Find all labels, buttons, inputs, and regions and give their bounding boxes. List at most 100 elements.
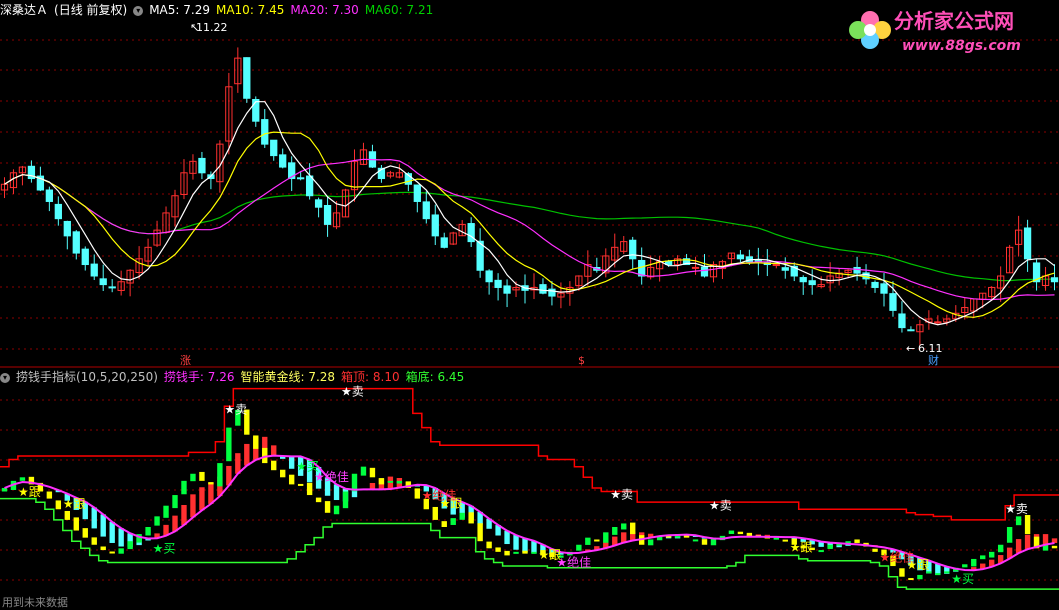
candle-body [1023, 227, 1032, 260]
watermark-title: 分析家公式网 [894, 9, 1014, 33]
candle-body [431, 214, 439, 237]
candles [0, 47, 1059, 346]
candle-body [1050, 277, 1059, 283]
candle-body [243, 57, 251, 99]
candle-body [261, 119, 269, 145]
signal-buy: ★买 [153, 541, 176, 555]
indicator-candle [19, 477, 26, 481]
candle-body [629, 239, 637, 260]
indicator-candle [387, 480, 394, 483]
candle-body [485, 270, 493, 283]
indicator-candle [917, 574, 923, 580]
indicator-candle [531, 551, 537, 554]
indicator-candle [477, 523, 483, 542]
candle-body [772, 264, 780, 267]
indicator-candle [271, 460, 277, 471]
indicator-candle [782, 539, 788, 542]
indicator-candle [190, 473, 196, 482]
watermark-url: www.88gs.com [902, 38, 1021, 54]
stock-name[interactable]: 深桑达Ａ [0, 3, 48, 17]
indicator-candle [100, 546, 106, 551]
ma20-line [4, 158, 1055, 301]
indicator-candle [396, 480, 403, 484]
candle-body [880, 283, 888, 294]
cai-marker[interactable]: 财 [928, 353, 939, 367]
ma10-value: MA10: 7.45 [215, 3, 285, 17]
indicator-candle [163, 505, 169, 518]
candle-body [252, 98, 260, 122]
indicator-candle [208, 482, 214, 485]
indicator-candle [127, 541, 133, 550]
candle-body [467, 223, 475, 243]
high-arrow-icon: ↖ [190, 21, 199, 34]
signal-follow: ★跟 [440, 496, 463, 510]
dollar-marker[interactable]: $ [578, 354, 585, 367]
indicator-candle [118, 548, 124, 554]
indicator-candle [46, 491, 53, 499]
indicator-candle [253, 435, 259, 449]
indicator-candle [899, 568, 905, 577]
indicator-candle [459, 512, 465, 520]
candle-body [799, 277, 807, 283]
settings-icon[interactable]: ▾ [133, 5, 144, 16]
candle-body [781, 267, 789, 271]
indicator-candle [647, 539, 654, 546]
settings-icon[interactable]: ▾ [0, 372, 10, 383]
signal-follow: ★跟 [18, 485, 41, 499]
indicator-candle [64, 510, 71, 520]
indicator-candle [701, 539, 708, 545]
indicator-candle [585, 537, 591, 545]
ma60-value: MA60: 7.21 [364, 3, 434, 17]
signal-follow: ★跟 [790, 540, 813, 554]
candle-body [314, 199, 323, 208]
indicator-candle [495, 547, 501, 552]
indicator-candle [737, 531, 744, 535]
kline-chart[interactable]: ★跟★买★跟★卖★买★卖★绝佳★绝佳★跟★跟★绝佳★卖★卖★跟★绝佳★跟★买★卖… [0, 0, 1059, 610]
period-label[interactable]: (日线 前复权) [54, 3, 127, 17]
indicator-name[interactable]: 捞钱手指标(10,5,20,250) [16, 370, 158, 384]
indicator-candle [1051, 545, 1058, 549]
indicator-candle [324, 501, 331, 513]
candle-body [99, 278, 107, 286]
candle-body [422, 201, 430, 220]
chart-grid [0, 39, 1059, 581]
indicator-candle [1024, 515, 1031, 535]
indicator-candle [486, 541, 492, 549]
indicator-candle [988, 551, 995, 558]
indicator-candle [468, 512, 474, 524]
indicator-candle [73, 517, 79, 531]
box-top-line [0, 387, 1059, 521]
candle-body [700, 266, 709, 277]
indicator-candle [908, 578, 914, 581]
signal-buy: ★买 [951, 572, 974, 586]
candle-body [736, 254, 745, 260]
indicator-header: ▾ 捞钱手指标(10,5,20,250) 捞钱手: 7.26 智能黄金线: 7.28 箱… [0, 369, 470, 385]
indicator-candle [872, 548, 878, 552]
indicator-candle [154, 516, 160, 526]
indicator-candle [432, 506, 438, 520]
candle-body [279, 154, 287, 168]
indicator-candle [997, 544, 1004, 553]
box-top-value: 箱顶: 8.10 [341, 370, 400, 384]
signal-absolute: ★绝佳 [314, 469, 349, 484]
candle-body [297, 177, 305, 180]
signal-follow: ★跟 [63, 497, 86, 511]
indicator-candle [288, 474, 295, 485]
indicator-candle [971, 558, 977, 567]
lqs-value: 捞钱手: 7.26 [163, 370, 235, 384]
zhang-marker[interactable]: 涨 [180, 354, 191, 367]
price-header: 深桑达Ａ (日线 前复权) ▾ MA5: 7.29 MA10: 7.45 MA20: 7.… [0, 2, 439, 18]
signal-sell: ★卖 [1005, 502, 1028, 516]
indicator-candle [82, 528, 88, 538]
candle-body [898, 313, 906, 329]
ma5-value: MA5: 7.29 [149, 3, 210, 17]
candle-body [808, 280, 816, 286]
candle-body [108, 286, 116, 289]
indicator-candle [576, 544, 582, 551]
box-bottom-value: 箱底: 6.45 [405, 370, 465, 384]
indicator-candle [280, 469, 286, 478]
signal-absolute: ★绝佳 [556, 554, 591, 569]
candle-body [323, 204, 332, 225]
candle-body [494, 279, 502, 288]
indicator-candle [414, 488, 421, 499]
